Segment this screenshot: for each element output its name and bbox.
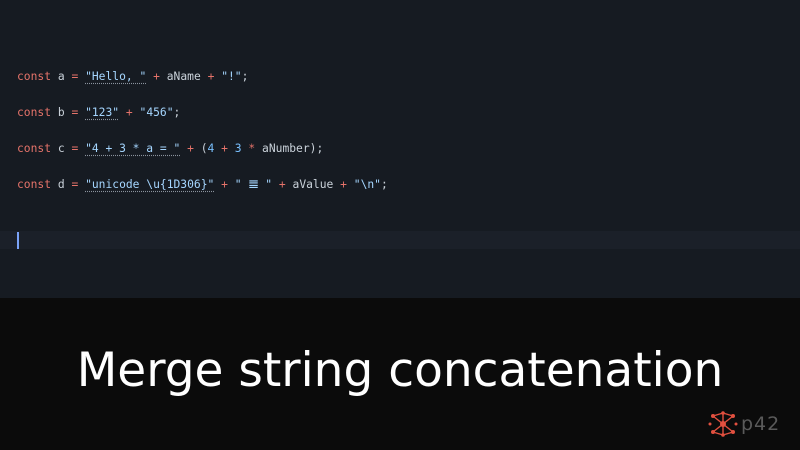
code-token: + <box>221 142 228 155</box>
code-token: const <box>17 70 52 83</box>
code-token: c <box>57 142 65 155</box>
code-token: "Hello, " <box>85 70 147 83</box>
code-token: d <box>57 178 65 191</box>
code-token: b <box>57 106 65 119</box>
code-token: aValue <box>292 178 334 191</box>
code-token: "4 + 3 * a = " <box>85 142 181 155</box>
code-token: "\n" <box>353 178 381 191</box>
code-token: 3 <box>234 142 242 155</box>
code-token: const <box>17 178 52 191</box>
code-token: "456" <box>139 106 174 119</box>
code-token: + <box>340 178 347 191</box>
code-token: "!" <box>221 70 242 83</box>
code-token: + <box>153 70 160 83</box>
code-line-2[interactable]: const b = "123" + "456"; <box>17 105 180 121</box>
caption-title: Merge string concatenation <box>76 343 724 398</box>
current-line-highlight <box>0 231 800 249</box>
code-token: + <box>221 178 228 191</box>
code-line-1[interactable]: const a = "Hello, " + aName + "!"; <box>17 69 248 85</box>
code-token: ); <box>309 142 324 155</box>
p42-logo: p42 <box>708 410 780 438</box>
code-line-4[interactable]: const d = "unicode \u{1D306}" + " 𝌆 " + … <box>17 177 388 193</box>
text-cursor <box>17 232 19 249</box>
network-logo-icon <box>708 411 738 437</box>
code-token: a <box>57 70 65 83</box>
code-editor[interactable]: const a = "Hello, " + aName + "!"; const… <box>0 0 800 298</box>
code-line-3[interactable]: const c = "4 + 3 * a = " + (4 + 3 * aNum… <box>17 141 323 157</box>
code-token: ; <box>381 178 388 191</box>
code-token: ; <box>173 106 181 119</box>
code-token: "unicode \u{1D306}" <box>85 178 215 191</box>
code-token: aNumber <box>262 142 310 155</box>
code-token: ( <box>200 142 208 155</box>
code-token: + <box>125 106 133 119</box>
code-token: " 𝌆 " <box>234 178 273 191</box>
code-token: const <box>17 142 52 155</box>
code-token: const <box>17 106 52 119</box>
code-token: + <box>278 178 286 191</box>
code-token: "123" <box>85 106 120 119</box>
code-token: aName <box>166 70 201 83</box>
code-token: ; <box>241 70 249 83</box>
code-token: + <box>187 142 194 155</box>
logo-text: p42 <box>741 413 781 435</box>
